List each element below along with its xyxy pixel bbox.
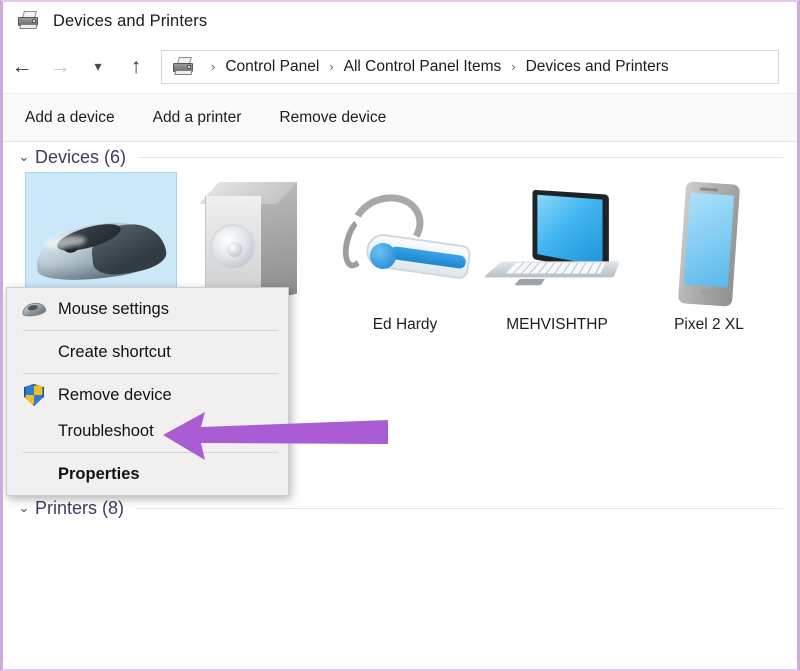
add-a-printer-button[interactable]: Add a printer bbox=[149, 103, 246, 133]
group-divider bbox=[136, 507, 783, 509]
title-bar: Devices and Printers bbox=[3, 2, 797, 40]
window-title: Devices and Printers bbox=[53, 11, 208, 30]
remove-device-button[interactable]: Remove device bbox=[275, 103, 390, 133]
breadcrumb-separator: › bbox=[211, 59, 216, 74]
shield-icon bbox=[17, 384, 51, 406]
device-tile-mehvishthp-laptop[interactable]: MEHVISHTHP bbox=[481, 172, 633, 357]
context-menu-item-troubleshoot[interactable]: Troubleshoot bbox=[7, 413, 288, 449]
chevron-down-icon[interactable]: ⌄ bbox=[13, 149, 35, 165]
context-menu-item-properties[interactable]: Properties bbox=[7, 456, 288, 492]
context-menu-item-remove-device[interactable]: Remove device bbox=[7, 377, 288, 413]
context-menu[interactable]: Mouse settings Create shortcut Remove de… bbox=[6, 287, 289, 496]
context-menu-item-create-shortcut[interactable]: Create shortcut bbox=[7, 334, 288, 370]
device-label: Pixel 2 XL bbox=[674, 316, 744, 333]
context-menu-separator bbox=[23, 373, 278, 374]
arrow-up-icon: ↑ bbox=[130, 54, 142, 78]
arrow-right-icon: → bbox=[49, 54, 71, 78]
breadcrumb-separator: › bbox=[329, 59, 334, 74]
window-frame: Devices and Printers ← → ▾ ↑ › Control P… bbox=[0, 0, 800, 671]
context-menu-separator bbox=[23, 452, 278, 453]
forward-button[interactable]: → bbox=[41, 48, 79, 86]
group-title-devices: Devices (6) bbox=[35, 146, 127, 167]
breadcrumb-item-devices-and-printers[interactable]: Devices and Printers bbox=[524, 58, 671, 76]
context-menu-item-label: Troubleshoot bbox=[58, 421, 154, 440]
navigation-bar: ← → ▾ ↑ › Control Panel › All Control Pa… bbox=[3, 40, 797, 93]
context-menu-item-mouse-settings[interactable]: Mouse settings bbox=[7, 291, 288, 327]
breadcrumb-item-all-control-panel-items[interactable]: All Control Panel Items bbox=[342, 58, 504, 76]
device-tile-ed-hardy[interactable]: Ed Hardy bbox=[329, 172, 481, 357]
laptop-icon bbox=[483, 180, 627, 310]
headset-icon bbox=[335, 180, 475, 310]
recent-locations-button[interactable]: ▾ bbox=[79, 48, 117, 86]
group-divider bbox=[138, 156, 783, 158]
breadcrumb[interactable]: › Control Panel › All Control Panel Item… bbox=[161, 49, 779, 84]
back-button[interactable]: ← bbox=[3, 48, 41, 86]
add-a-device-button[interactable]: Add a device bbox=[21, 103, 119, 133]
device-label: MEHVISHTHP bbox=[506, 316, 608, 333]
device-label: Ed Hardy bbox=[372, 316, 438, 333]
context-menu-item-label: Mouse settings bbox=[58, 299, 169, 318]
chevron-down-icon[interactable]: ⌄ bbox=[13, 500, 35, 516]
arrow-left-icon: ← bbox=[11, 54, 33, 78]
printer-icon bbox=[17, 11, 41, 31]
context-menu-item-label: Remove device bbox=[58, 385, 172, 404]
breadcrumb-separator: › bbox=[511, 59, 516, 74]
group-title-printers: Printers (8) bbox=[35, 497, 125, 518]
command-bar: Add a device Add a printer Remove device bbox=[3, 93, 797, 142]
context-menu-separator bbox=[23, 330, 278, 331]
context-menu-item-label: Properties bbox=[58, 464, 140, 483]
chevron-down-icon: ▾ bbox=[94, 58, 102, 74]
group-header-printers[interactable]: ⌄ Printers (8) bbox=[3, 493, 797, 523]
group-header-devices[interactable]: ⌄ Devices (6) bbox=[3, 142, 797, 172]
phone-icon bbox=[639, 180, 779, 310]
mouse-icon bbox=[17, 300, 51, 318]
device-tile-pixel-2-xl[interactable]: Pixel 2 XL bbox=[633, 172, 785, 357]
breadcrumb-item-control-panel[interactable]: Control Panel bbox=[223, 58, 321, 76]
printer-icon bbox=[172, 56, 196, 77]
up-button[interactable]: ↑ bbox=[117, 48, 155, 86]
context-menu-item-label: Create shortcut bbox=[58, 342, 171, 361]
